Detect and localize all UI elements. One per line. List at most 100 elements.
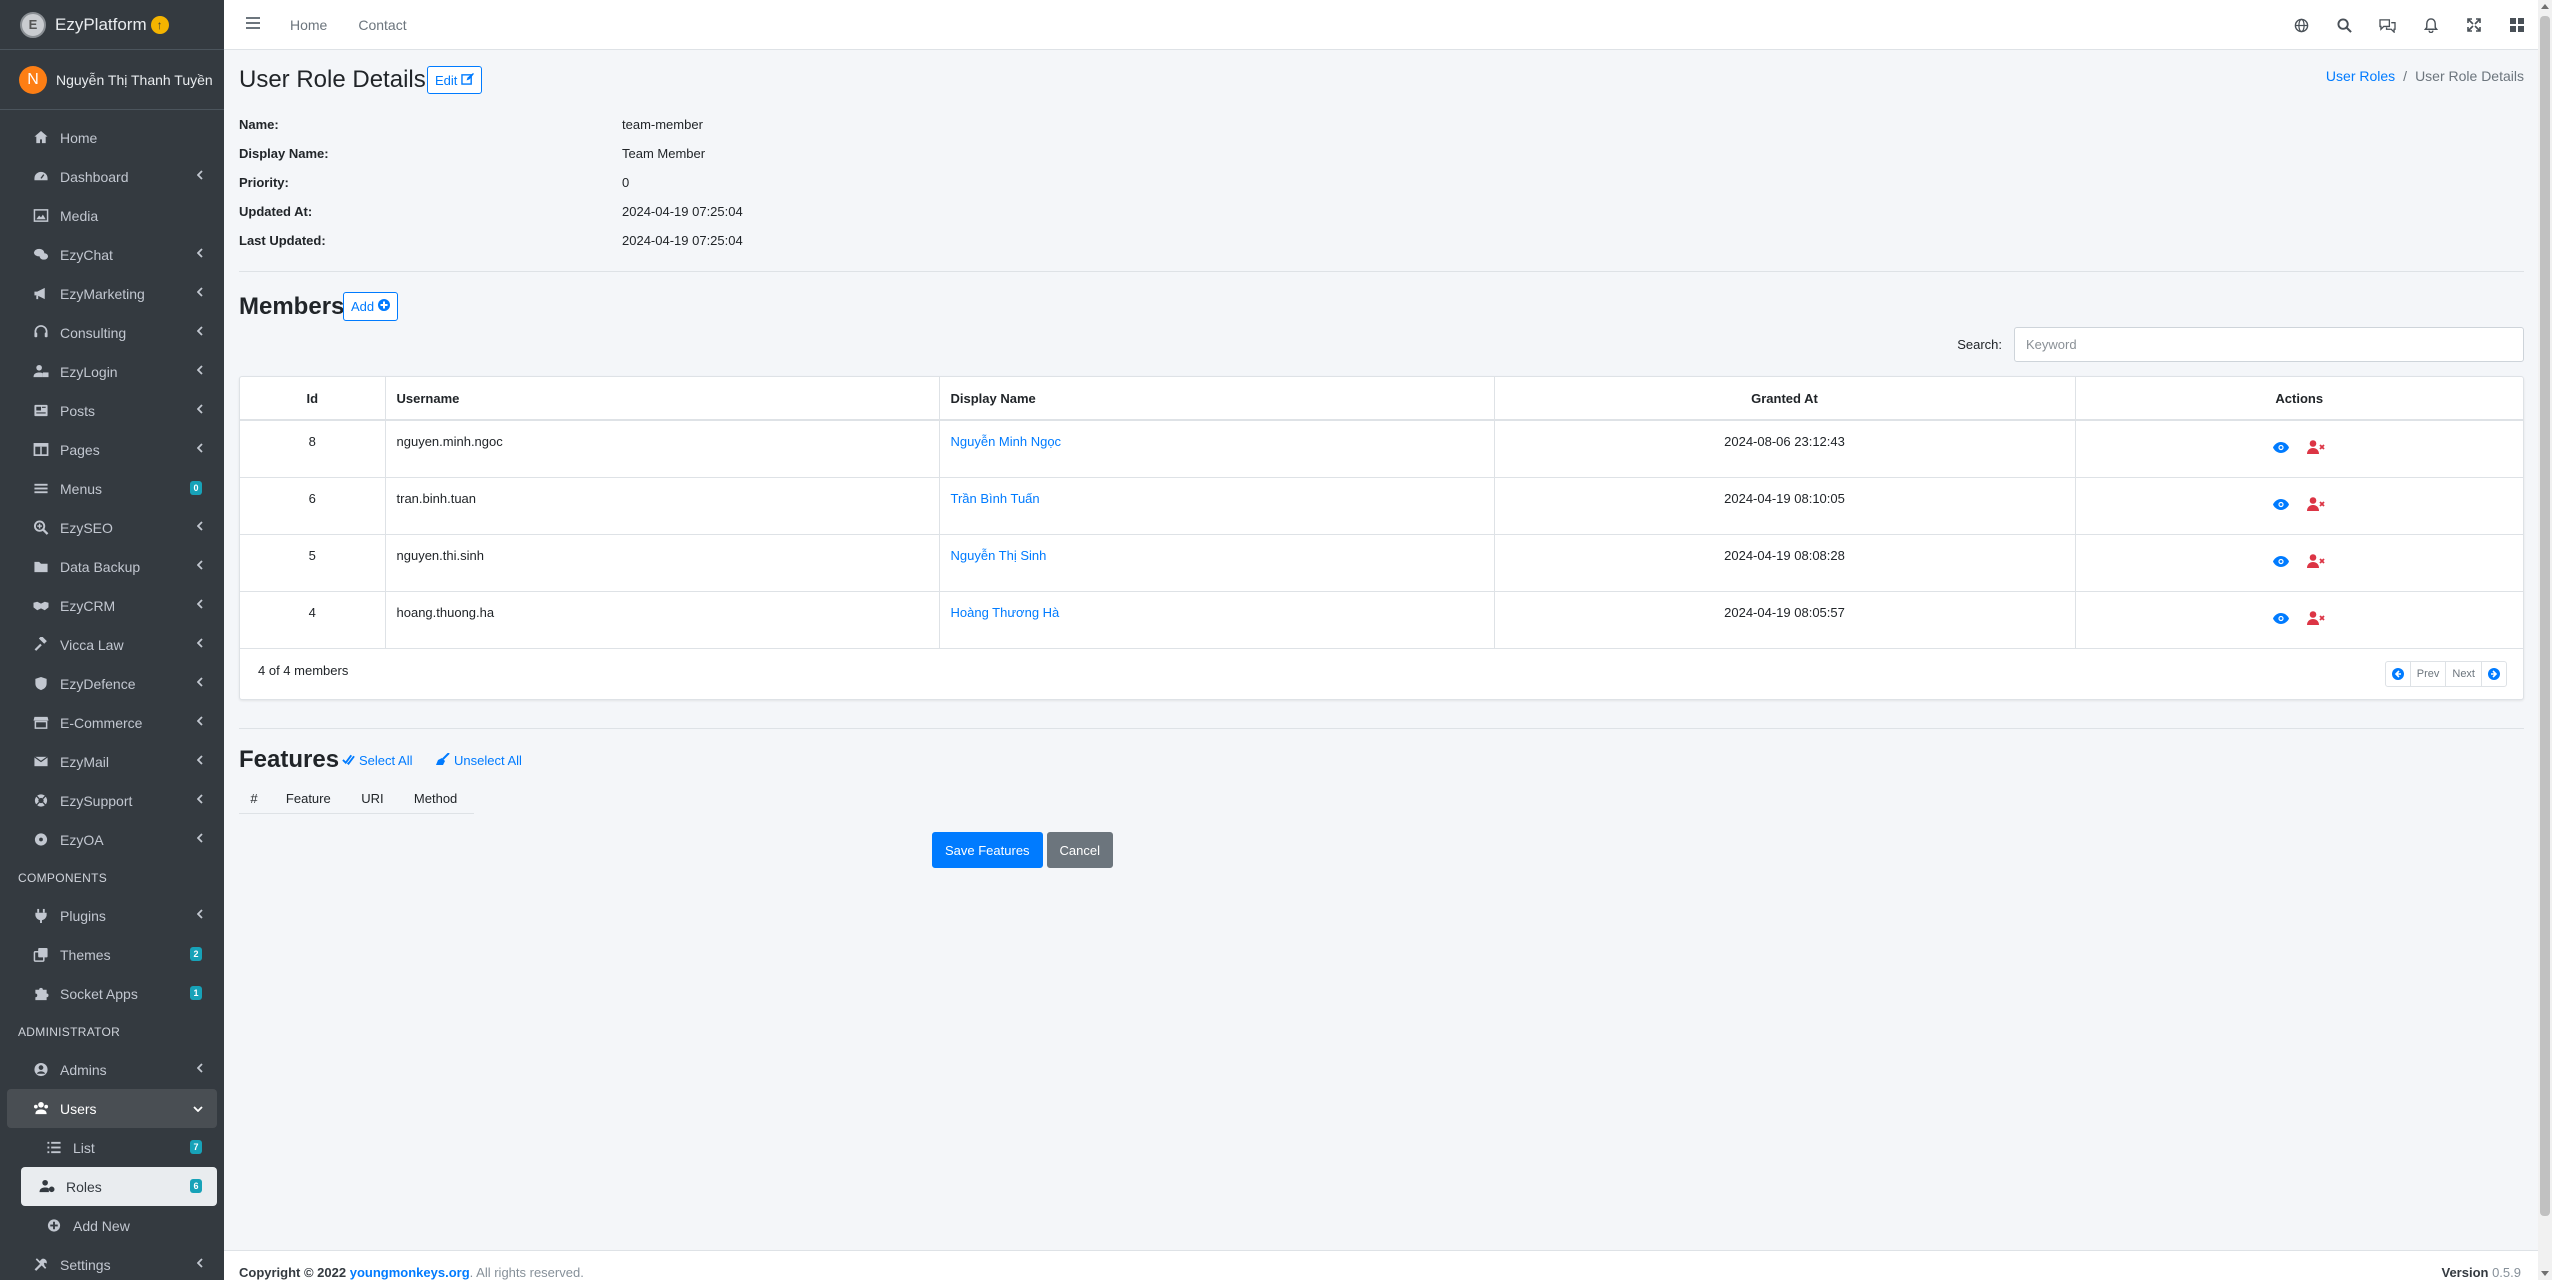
apps-grid-icon[interactable]: [2495, 18, 2538, 32]
sidebar-item-label: Roles: [66, 1178, 102, 1195]
chevron-left-icon: [196, 364, 203, 378]
sidebar-item-menus[interactable]: Menus 0: [7, 469, 217, 508]
cell-actions: [2075, 534, 2523, 592]
search-icon[interactable]: [2323, 17, 2366, 33]
remove-user-icon[interactable]: [2307, 553, 2325, 571]
add-member-button[interactable]: Add: [343, 292, 399, 321]
display-name-link[interactable]: Hoàng Thương Hà: [951, 605, 1060, 620]
sidebar-item-ezymail[interactable]: EzyMail: [7, 742, 217, 781]
view-eye-icon[interactable]: [2273, 498, 2290, 513]
sidebar-item-users[interactable]: Users: [7, 1089, 217, 1128]
remove-user-icon[interactable]: [2307, 610, 2325, 628]
sidebar-item-admins[interactable]: Admins: [7, 1050, 217, 1089]
prev-page-button[interactable]: Prev: [2411, 661, 2447, 686]
nav-home-link[interactable]: Home: [290, 17, 327, 33]
nav-header-administrator: ADMINISTRATOR: [18, 1024, 121, 1039]
menu-toggle-icon[interactable]: [246, 16, 262, 34]
first-page-icon[interactable]: [2386, 661, 2411, 686]
chevron-left-icon: [196, 247, 203, 261]
sidebar-item-label: EzyDefence: [60, 675, 136, 692]
bell-icon[interactable]: [2409, 17, 2452, 33]
display-name-link[interactable]: Nguyễn Thị Sinh: [951, 548, 1047, 563]
sidebar-item-vicca-law[interactable]: Vicca Law: [7, 625, 217, 664]
sidebar-item-e-commerce[interactable]: E-Commerce: [7, 703, 217, 742]
nav-contact-link[interactable]: Contact: [358, 17, 406, 33]
save-features-button[interactable]: Save Features: [932, 832, 1043, 868]
sidebar-item-dashboard[interactable]: Dashboard: [7, 157, 217, 196]
detail-row: Last Updated: 2024-04-19 07:25:04: [239, 226, 2524, 255]
sidebar-item-ezyseo[interactable]: EzySEO: [7, 508, 217, 547]
cell-granted-at: 2024-04-19 08:08:28: [1494, 534, 2076, 592]
edit-button[interactable]: Edit: [427, 66, 483, 94]
breadcrumb-user-roles[interactable]: User Roles: [2326, 68, 2395, 84]
detail-row: Priority: 0: [239, 168, 2524, 197]
sidebar-item-label: EzySEO: [60, 519, 113, 536]
cell-id: 8: [240, 420, 386, 478]
col-username: Username: [385, 377, 940, 421]
sidebar-item-pages[interactable]: Pages: [7, 430, 217, 469]
sidebar-item-ezycrm[interactable]: EzyCRM: [7, 586, 217, 625]
search-input[interactable]: [2014, 327, 2524, 362]
detail-row: Updated At: 2024-04-19 07:25:04: [239, 197, 2524, 226]
sidebar-item-ezyoa[interactable]: EzyOA: [7, 820, 217, 859]
globe-icon[interactable]: [2280, 18, 2323, 33]
sidebar-item-themes[interactable]: Themes 2: [7, 935, 217, 974]
select-all-link[interactable]: Select All: [342, 753, 412, 768]
image-icon: [32, 208, 50, 223]
sidebar-item-label: Vicca Law: [60, 636, 124, 653]
sidebar-item-ezymarketing[interactable]: EzyMarketing: [7, 274, 217, 313]
sidebar-item-posts[interactable]: Posts: [7, 391, 217, 430]
sidebar-item-settings[interactable]: Settings: [7, 1245, 217, 1280]
brand-link[interactable]: E EzyPlatform ↑: [0, 0, 224, 50]
user-name[interactable]: Nguyễn Thị Thanh Tuyền: [56, 72, 213, 88]
unselect-all-link[interactable]: Unselect All: [436, 751, 522, 768]
scroll-down-icon[interactable]: [2541, 1271, 2549, 1276]
copyright-text: Copyright © 2022: [239, 1265, 347, 1280]
pagination: Prev Next: [2384, 660, 2507, 687]
sidebar-item-ezydefence[interactable]: EzyDefence: [7, 664, 217, 703]
site-link[interactable]: youngmonkeys.org: [350, 1265, 470, 1280]
messages-icon[interactable]: [2366, 18, 2409, 33]
cell-granted-at: 2024-04-19 08:05:57: [1494, 591, 2076, 649]
sidebar-item-add-new[interactable]: Add New: [7, 1206, 217, 1245]
fullscreen-icon[interactable]: [2452, 18, 2495, 32]
edit-button-label: Edit: [435, 72, 458, 88]
upgrade-icon[interactable]: ↑: [150, 15, 169, 34]
sidebar-item-socket-apps[interactable]: Socket Apps 1: [7, 974, 217, 1013]
sidebar-item-label: Socket Apps: [60, 985, 138, 1002]
remove-user-icon[interactable]: [2307, 440, 2325, 457]
remove-user-icon[interactable]: [2307, 496, 2325, 514]
scroll-thumb[interactable]: [2540, 16, 2550, 1216]
count-badge: 7: [190, 1140, 202, 1154]
sidebar-item-data-backup[interactable]: Data Backup: [7, 547, 217, 586]
scrollbar[interactable]: [2538, 0, 2552, 1280]
count-badge: 1: [190, 986, 202, 1000]
last-page-icon[interactable]: [2482, 662, 2506, 686]
cell-username: hoang.thuong.ha: [385, 591, 940, 649]
sidebar-item-ezylogin[interactable]: EzyLogin: [7, 352, 217, 391]
user-panel[interactable]: N Nguyễn Thị Thanh Tuyền: [0, 50, 224, 110]
sidebar-item-label: Home: [60, 129, 98, 146]
cell-display-name: Hoàng Thương Hà: [939, 591, 1495, 649]
display-name-link[interactable]: Nguyễn Minh Ngọc: [951, 434, 1062, 449]
sidebar-item-plugins[interactable]: Plugins: [7, 896, 217, 935]
cell-id: 5: [240, 534, 386, 592]
sidebar-item-media[interactable]: Media: [7, 196, 217, 235]
table-row: 5 nguyen.thi.sinh Nguyễn Thị Sinh 2024-0…: [240, 534, 2523, 592]
sidebar-item-consulting[interactable]: Consulting: [7, 313, 217, 352]
features-header-row: # Feature URI Method: [239, 784, 474, 814]
next-page-button[interactable]: Next: [2446, 661, 2482, 686]
cancel-button[interactable]: Cancel: [1046, 832, 1114, 868]
sidebar-item-ezysupport[interactable]: EzySupport: [7, 781, 217, 820]
view-eye-icon[interactable]: [2273, 555, 2290, 570]
view-eye-icon[interactable]: [2273, 441, 2290, 456]
display-name-link[interactable]: Trần Bình Tuấn: [951, 491, 1040, 506]
view-eye-icon[interactable]: [2273, 612, 2290, 627]
sidebar-item-roles[interactable]: Roles 6: [21, 1167, 217, 1206]
sidebar-item-label: EzyMarketing: [60, 285, 145, 302]
sidebar-item-ezychat[interactable]: EzyChat: [7, 235, 217, 274]
sidebar-item-list[interactable]: List 7: [7, 1128, 217, 1167]
chevron-left-icon: [196, 754, 203, 768]
scroll-up-icon[interactable]: [2541, 4, 2549, 9]
sidebar-item-home[interactable]: Home: [7, 118, 217, 157]
